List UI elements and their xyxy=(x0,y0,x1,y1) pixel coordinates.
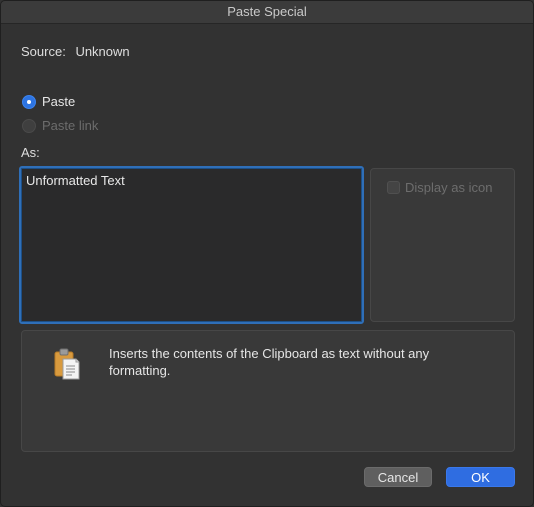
window-title: Paste Special xyxy=(227,4,307,19)
paste-radio-button[interactable] xyxy=(22,94,36,109)
ok-button[interactable]: OK xyxy=(446,467,515,487)
paste-special-dialog: Paste Special Source: Unknown Paste Past… xyxy=(0,0,534,507)
paste-radio-label: Paste xyxy=(42,94,76,109)
title-bar[interactable]: Paste Special xyxy=(1,1,533,24)
result-panel: Inserts the contents of the Clipboard as… xyxy=(21,330,515,452)
paste-link-radio-button xyxy=(22,118,36,133)
list-item-unformatted-text[interactable]: Unformatted Text xyxy=(21,168,362,193)
display-as-icon-option: Display as icon xyxy=(387,180,492,195)
paste-radio-option[interactable]: Paste xyxy=(22,94,75,109)
source-label: Source: xyxy=(21,44,66,59)
source-value: Unknown xyxy=(75,44,130,59)
display-as-icon-checkbox xyxy=(387,181,400,194)
source-row: Source: Unknown xyxy=(21,44,130,59)
paste-link-radio-label: Paste link xyxy=(42,118,99,133)
as-label: As: xyxy=(21,145,40,160)
result-description: Inserts the contents of the Clipboard as… xyxy=(109,346,430,378)
as-format-list[interactable]: Unformatted Text xyxy=(19,166,364,324)
paste-link-radio-option: Paste link xyxy=(22,118,98,133)
display-as-icon-label: Display as icon xyxy=(405,180,493,195)
display-icon-panel: Display as icon xyxy=(370,168,515,322)
clipboard-icon xyxy=(54,348,80,380)
cancel-button[interactable]: Cancel xyxy=(364,467,432,487)
